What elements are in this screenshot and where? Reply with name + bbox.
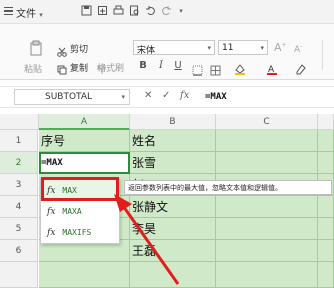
arrow-head bbox=[114, 194, 132, 212]
arrow-shaft bbox=[119, 202, 180, 285]
annotation-arrow bbox=[114, 194, 180, 285]
